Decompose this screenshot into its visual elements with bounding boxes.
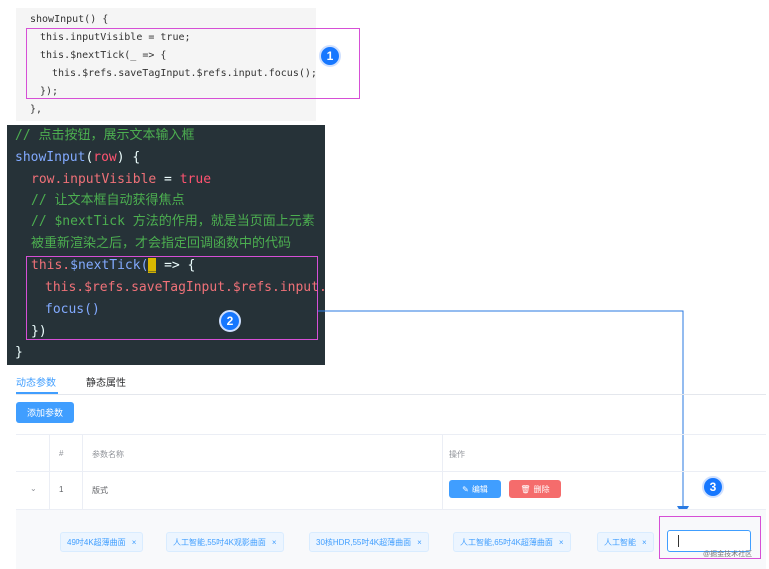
obj: row.	[31, 172, 63, 187]
code-comment: // 点击按钮，展示文本输入框	[15, 128, 195, 143]
edit-button[interactable]: ✎ 编辑	[449, 480, 501, 498]
header-ops: 操作	[449, 450, 465, 459]
tag-label: 人工智能,65吋4K超薄曲面	[460, 537, 553, 547]
param-tag: 人工智能 ×	[597, 532, 654, 552]
expanded-row: 49吋4K超薄曲面 × 人工智能,55吋4K观影曲面 × 30核HDR,55吋4K超…	[16, 510, 766, 569]
edit-label: 编辑	[471, 484, 488, 494]
code-comment: 被重新渲染之后，才会指定回调函数中的代码	[31, 236, 292, 251]
marker-2: 2	[219, 310, 241, 332]
add-param-button[interactable]: 添加参数	[16, 402, 74, 423]
tab-active-indicator	[16, 392, 58, 394]
code-line: }	[15, 345, 23, 360]
paren: ) {	[116, 150, 141, 165]
tab-static-attrs[interactable]: 静态属性	[86, 374, 126, 389]
table-header: # 参数名称 操作	[16, 434, 766, 472]
marker-3: 3	[702, 476, 724, 498]
fn-name: showInput	[15, 150, 86, 165]
eq: =	[156, 172, 180, 187]
highlight-box-1	[26, 28, 360, 99]
tab-dynamic-params[interactable]: 动态参数	[16, 374, 56, 389]
param-tag: 49吋4K超薄曲面 ×	[60, 532, 144, 552]
header-name: 参数名称	[92, 450, 124, 459]
delete-label: 删除	[533, 484, 550, 494]
close-icon[interactable]: ×	[272, 538, 277, 547]
delete-button[interactable]: 🗑 删除	[509, 480, 561, 498]
expand-icon[interactable]: ⌄	[30, 484, 37, 493]
tag-label: 人工智能,55吋4K观影曲面	[173, 537, 266, 547]
code-line: showInput(row) {	[15, 149, 140, 167]
code-line: },	[30, 104, 43, 115]
table-row: ⌄ 1 版式	[16, 471, 766, 510]
tag-label: 30核HDR,55吋4K超薄曲面	[316, 537, 412, 547]
tab-bar: 动态参数 静态属性	[16, 368, 766, 395]
param-tag: 人工智能,65吋4K超薄曲面 ×	[453, 532, 571, 552]
code-comment: // $nextTick 方法的作用，就是当页面上元素	[31, 214, 315, 229]
code-line: row.inputVisible = true	[31, 171, 211, 189]
value: true	[179, 172, 212, 187]
param: row	[93, 150, 117, 165]
code-line: showInput() {	[30, 14, 109, 25]
close-icon[interactable]: ×	[642, 538, 647, 547]
row-name: 版式	[92, 486, 108, 495]
header-index: #	[59, 449, 64, 458]
trash-icon: 🗑	[520, 484, 531, 494]
param-tag: 30核HDR,55吋4K超薄曲面 ×	[309, 532, 429, 552]
edit-icon: ✎	[462, 484, 469, 494]
tag-label: 49吋4K超薄曲面	[67, 537, 126, 547]
marker-1: 1	[319, 45, 341, 67]
close-icon[interactable]: ×	[417, 538, 422, 547]
highlight-box-2	[26, 256, 318, 340]
close-icon[interactable]: ×	[559, 538, 564, 547]
tag-label: 人工智能	[604, 537, 636, 547]
watermark: @掘金技术社区	[703, 551, 753, 558]
param-tag: 人工智能,55吋4K观影曲面 ×	[166, 532, 284, 552]
close-icon[interactable]: ×	[132, 538, 137, 547]
code-comment: // 让文本框自动获得焦点	[31, 193, 185, 208]
row-index: 1	[59, 485, 64, 494]
prop: inputVisible	[62, 172, 157, 187]
params-table: # 参数名称 操作 ⌄ 1 版式 ✎ 编辑 🗑 删除 49吋4K超薄曲面 × 人工…	[16, 434, 766, 569]
